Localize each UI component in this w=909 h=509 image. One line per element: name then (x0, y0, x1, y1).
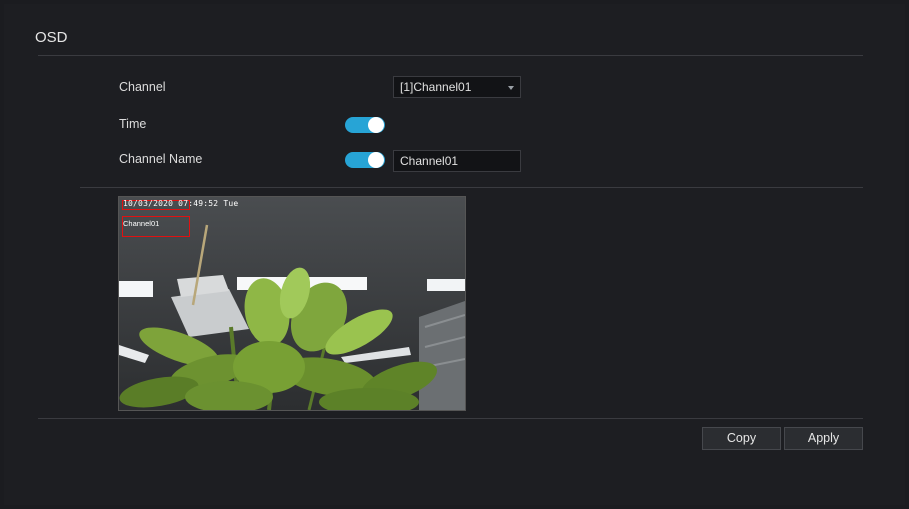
bottom-divider (38, 418, 863, 419)
apply-button[interactable]: Apply (784, 427, 863, 450)
time-toggle-knob (368, 117, 384, 133)
camera-preview[interactable]: 10/03/2020 07:49:52 Tue Channel01 (118, 196, 466, 411)
page-title: OSD (35, 29, 68, 46)
copy-button[interactable]: Copy (702, 427, 781, 450)
channel-label: Channel (119, 80, 166, 94)
channel-name-toggle[interactable] (345, 152, 385, 168)
channel-name-toggle-knob (368, 152, 384, 168)
osd-time-text: 10/03/2020 07:49:52 Tue (123, 199, 239, 208)
channel-select-value: [1]Channel01 (400, 80, 472, 94)
channel-name-label: Channel Name (119, 152, 203, 166)
time-toggle[interactable] (345, 117, 385, 133)
channel-name-input[interactable]: Channel01 (393, 150, 521, 172)
channel-select[interactable]: [1]Channel01 (393, 76, 521, 98)
title-divider (38, 55, 863, 56)
form-divider (80, 187, 863, 188)
time-label: Time (119, 117, 147, 131)
chevron-down-icon (508, 86, 514, 90)
osd-channel-name-text: Channel01 (123, 219, 160, 228)
